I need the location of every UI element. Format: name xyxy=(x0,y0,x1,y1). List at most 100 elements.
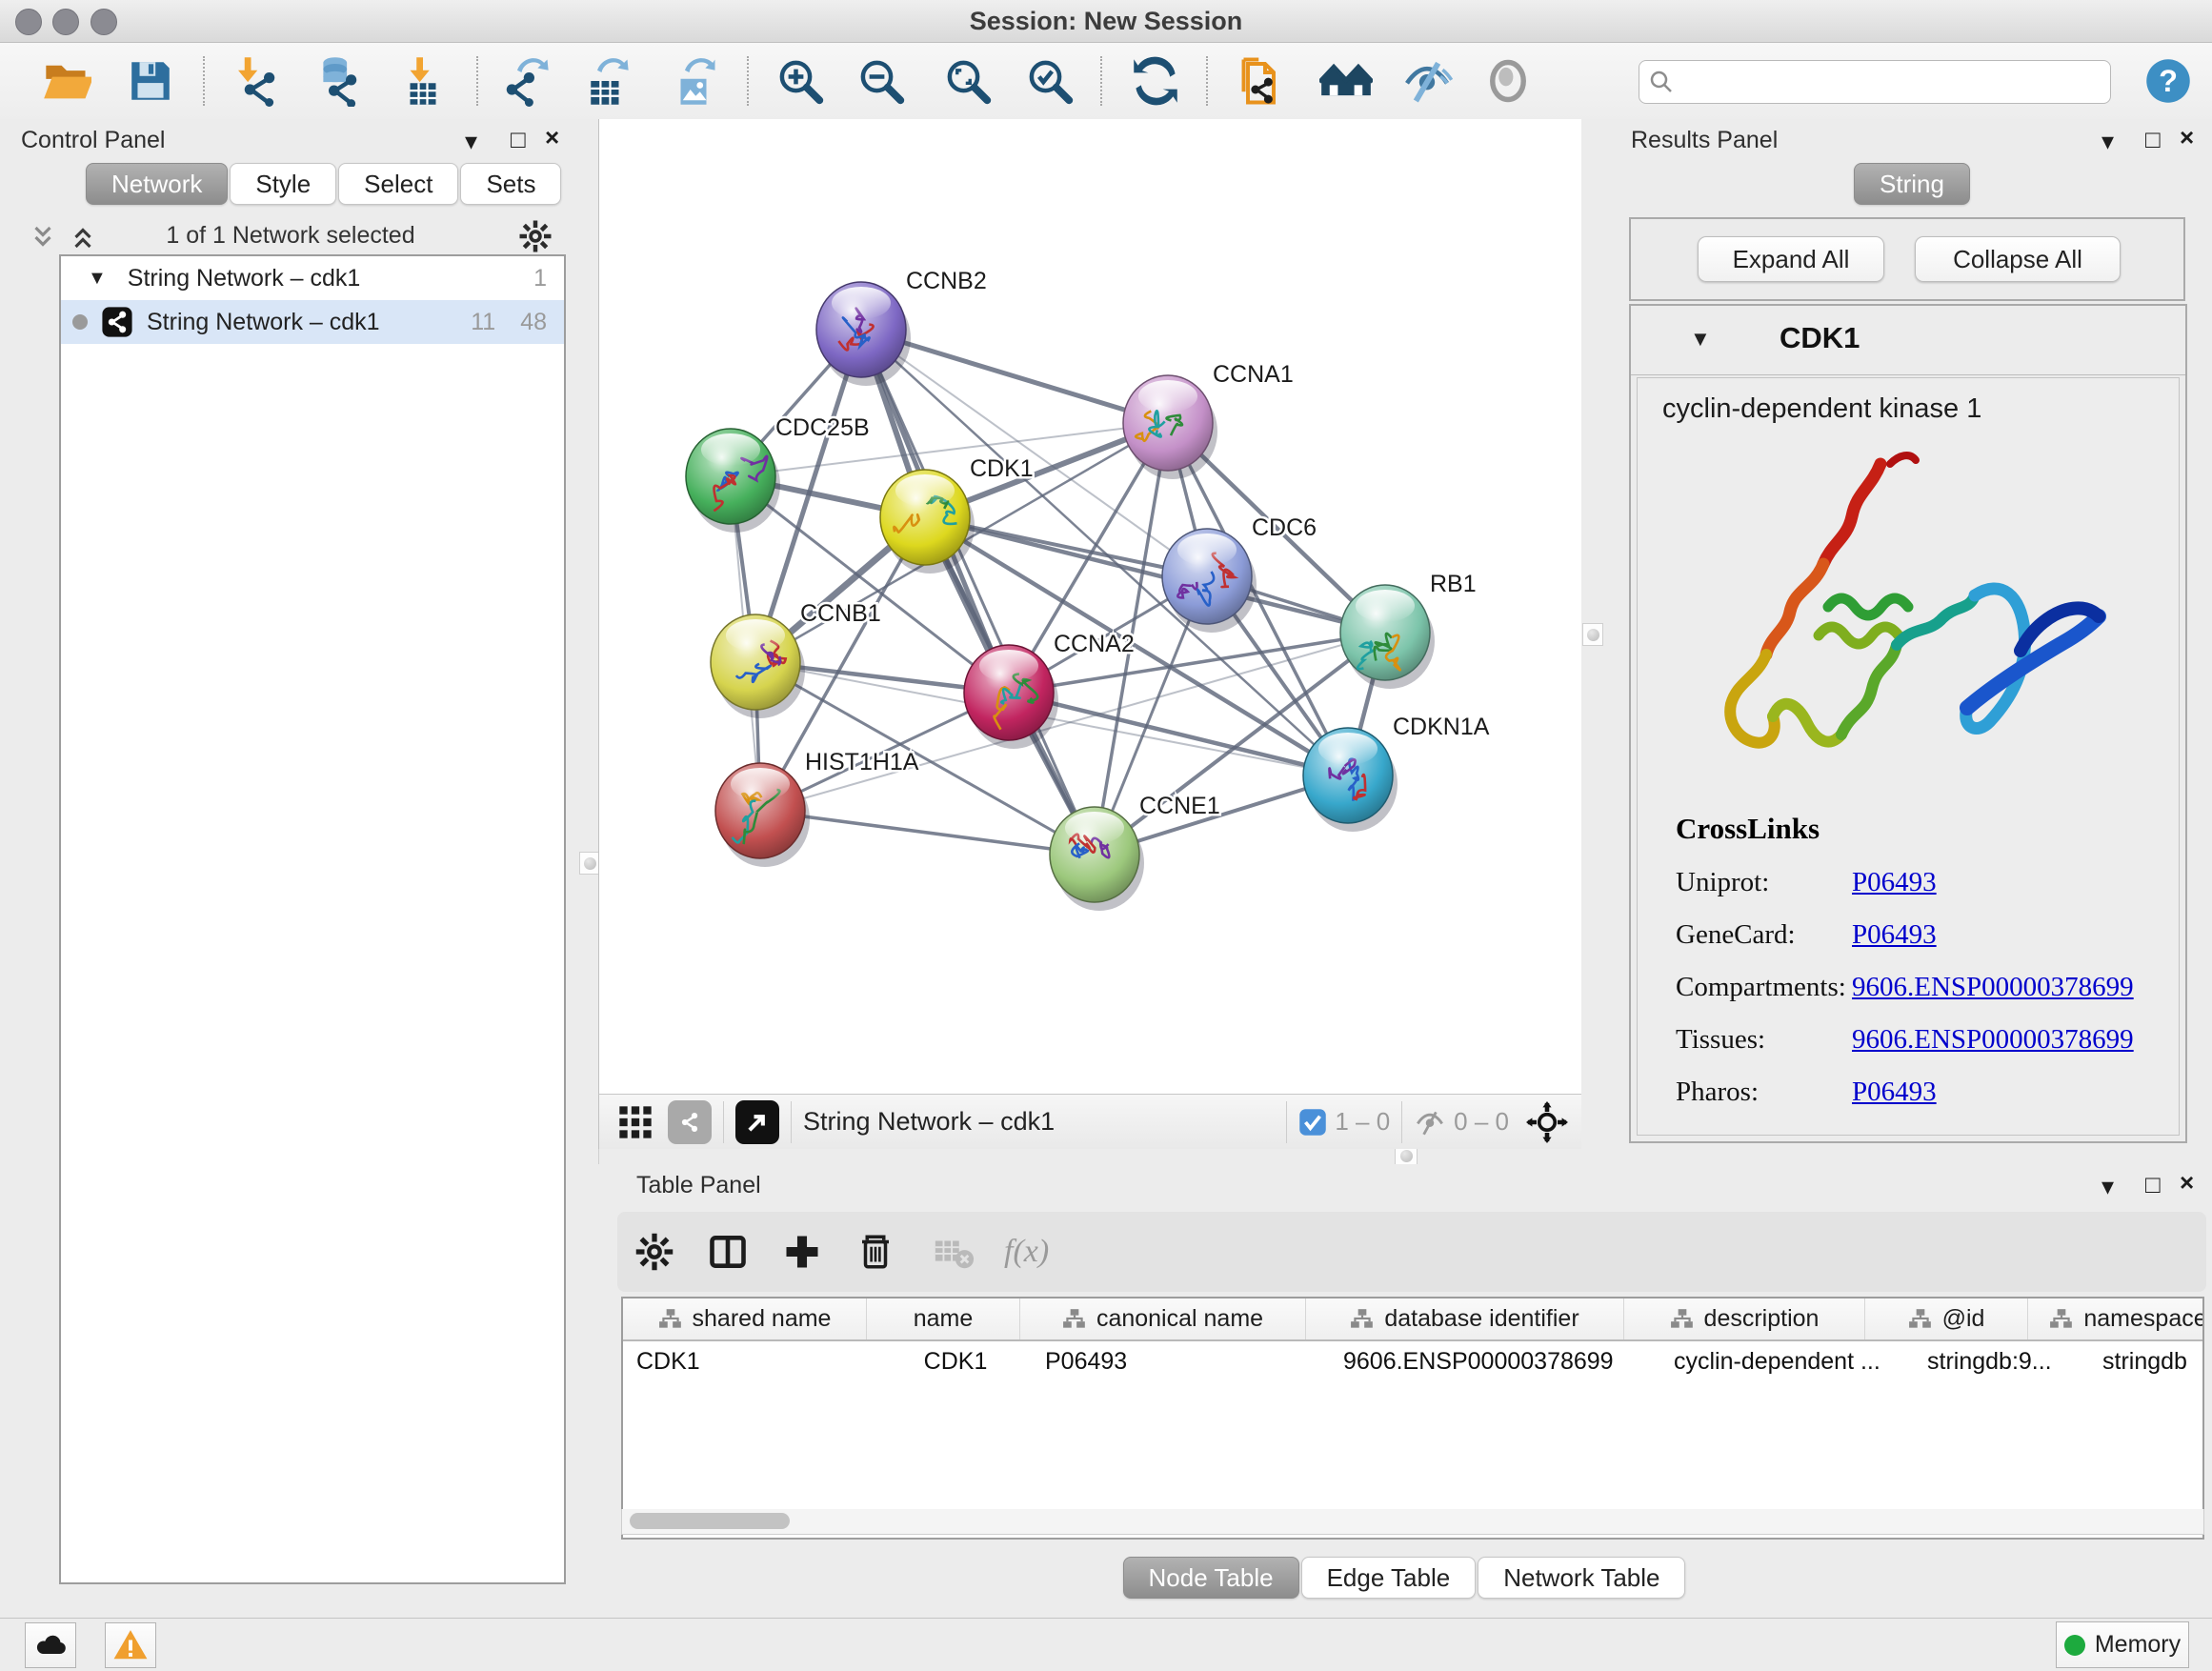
crosslink-link[interactable]: 9606.ENSP00000378699 xyxy=(1852,972,2134,1003)
column-header-namespace[interactable]: namespace xyxy=(2028,1299,2204,1339)
add-column-icon[interactable] xyxy=(781,1231,823,1273)
bottom-splitter-handle[interactable] xyxy=(1395,1146,1418,1165)
float-panel-icon[interactable]: □ xyxy=(2145,1172,2161,1197)
search-input[interactable] xyxy=(1683,64,2110,100)
grid-view-icon[interactable] xyxy=(616,1103,654,1141)
network-collection-row[interactable]: ▼ String Network – cdk1 1 xyxy=(61,256,564,300)
zoom-out-button[interactable] xyxy=(855,54,908,108)
node-CDKN1A[interactable] xyxy=(1303,728,1398,832)
export-network-button[interactable] xyxy=(499,54,553,108)
show-glass-button[interactable] xyxy=(1481,54,1535,108)
tab-string[interactable]: String xyxy=(1854,163,1970,205)
node-CCNA2[interactable] xyxy=(964,645,1058,749)
table-cell[interactable]: CDK1 xyxy=(623,1341,879,1381)
crosslink-link[interactable]: 9606.ENSP00000378699 xyxy=(1852,1024,2134,1056)
crosslink-link[interactable]: P06493 xyxy=(1852,919,1937,951)
delete-column-icon[interactable] xyxy=(855,1232,895,1272)
gene-section-header[interactable]: ▼ CDK1 xyxy=(1631,306,2185,375)
table-cell[interactable]: stringdb:9... xyxy=(1914,1341,2089,1381)
column-header-name[interactable]: name xyxy=(867,1299,1020,1339)
table-cell[interactable]: cyclin-dependent ... xyxy=(1660,1341,1914,1381)
edge-CCNB2-CCNE1[interactable] xyxy=(861,330,1095,855)
right-splitter-handle[interactable] xyxy=(1582,623,1603,646)
node-table[interactable]: shared namenamecanonical namedatabase id… xyxy=(621,1297,2204,1540)
column-header-shared-name[interactable]: shared name xyxy=(623,1299,867,1339)
table-cell[interactable]: P06493 xyxy=(1032,1341,1330,1381)
tab-sets[interactable]: Sets xyxy=(460,163,561,205)
import-network-database-button[interactable] xyxy=(311,54,364,108)
node-CCNB2[interactable] xyxy=(816,282,911,386)
warnings-button[interactable] xyxy=(105,1622,156,1668)
node-CCNA1[interactable] xyxy=(1123,375,1217,479)
network-from-document-button[interactable] xyxy=(1238,54,1292,108)
detach-view-button[interactable] xyxy=(735,1100,779,1144)
float-panel-icon[interactable]: □ xyxy=(511,127,526,151)
edge-HIST1H1A-CCNE1[interactable] xyxy=(760,811,1095,855)
section-caret-icon[interactable]: ▼ xyxy=(1690,327,1711,352)
panel-menu-caret-icon[interactable]: ▾ xyxy=(465,129,477,153)
memory-button[interactable]: Memory xyxy=(2056,1621,2189,1668)
hide-glass-button[interactable] xyxy=(1400,54,1454,108)
float-panel-icon[interactable]: □ xyxy=(2145,127,2161,151)
panel-menu-caret-icon[interactable]: ▾ xyxy=(2101,1174,2114,1198)
tree-expand-caret-icon[interactable]: ▼ xyxy=(88,268,107,290)
birdseye-toggle-button[interactable] xyxy=(668,1100,712,1144)
node-RB1[interactable] xyxy=(1340,585,1435,689)
export-image-button[interactable] xyxy=(667,54,720,108)
home-databases-button[interactable] xyxy=(1319,54,1373,108)
save-session-button[interactable] xyxy=(124,54,177,108)
open-session-button[interactable] xyxy=(40,54,93,108)
node-CCNE1[interactable] xyxy=(1050,807,1144,911)
network-graph[interactable]: CCNB2CCNA1CDC25BCDK1CDC6RB1CCNB1CCNA2CDK… xyxy=(599,119,1581,1094)
tab-network-table[interactable]: Network Table xyxy=(1478,1557,1685,1599)
cloud-status-button[interactable] xyxy=(25,1622,76,1668)
network-row-selected[interactable]: String Network – cdk1 11 48 xyxy=(61,300,564,344)
export-table-button[interactable] xyxy=(579,54,633,108)
tab-edge-table[interactable]: Edge Table xyxy=(1301,1557,1477,1599)
node-HIST1H1A[interactable] xyxy=(715,763,810,867)
edge-count: 48 xyxy=(520,309,547,336)
node-CDK1[interactable] xyxy=(880,470,975,574)
zoom-selected-button[interactable] xyxy=(1023,54,1076,108)
help-button[interactable]: ? xyxy=(2142,54,2195,108)
edge-RB1-HIST1H1A[interactable] xyxy=(760,633,1385,811)
column-header-description[interactable]: description xyxy=(1624,1299,1865,1339)
fit-center-crosshair-icon[interactable] xyxy=(1526,1101,1568,1143)
collapse-all-chevron-icon[interactable] xyxy=(29,223,57,252)
panel-menu-caret-icon[interactable]: ▾ xyxy=(2101,129,2114,153)
table-horizontal-scrollbar[interactable] xyxy=(621,1509,2204,1535)
collapse-all-button[interactable]: Collapse All xyxy=(1915,236,2121,282)
expand-all-button[interactable]: Expand All xyxy=(1698,236,1884,282)
table-cell[interactable]: stringdb xyxy=(2089,1341,2204,1381)
gear-icon[interactable] xyxy=(634,1232,674,1272)
show-columns-icon[interactable] xyxy=(707,1231,749,1273)
zoom-fit-button[interactable] xyxy=(941,54,995,108)
close-panel-icon[interactable]: × xyxy=(2180,125,2194,150)
close-panel-icon[interactable]: × xyxy=(545,125,559,150)
crosslink-link[interactable]: P06493 xyxy=(1852,1077,1937,1108)
crosslink-link[interactable]: P06493 xyxy=(1852,867,1937,898)
node-CDC25B[interactable] xyxy=(686,429,780,533)
zoom-in-button[interactable] xyxy=(774,54,827,108)
table-row[interactable]: CDK1CDK1P064939606.ENSP00000378699cyclin… xyxy=(623,1341,2202,1381)
left-splitter-handle[interactable] xyxy=(579,852,600,875)
column-header--id[interactable]: @id xyxy=(1865,1299,2028,1339)
search-box xyxy=(1639,60,2111,104)
table-cell[interactable]: 9606.ENSP00000378699 xyxy=(1330,1341,1660,1381)
tab-select[interactable]: Select xyxy=(338,163,458,205)
network-view-canvas[interactable]: CCNB2CCNA1CDC25BCDK1CDC6RB1CCNB1CCNA2CDK… xyxy=(598,119,1581,1094)
apply-layout-button[interactable] xyxy=(1129,54,1182,108)
import-table-button[interactable] xyxy=(396,54,450,108)
table-cell[interactable]: CDK1 xyxy=(879,1341,1032,1381)
import-network-file-button[interactable] xyxy=(229,54,282,108)
selected-checkbox-icon[interactable] xyxy=(1298,1108,1327,1137)
close-panel-icon[interactable]: × xyxy=(2180,1170,2194,1195)
tab-node-table[interactable]: Node Table xyxy=(1123,1557,1299,1599)
column-header-canonical-name[interactable]: canonical name xyxy=(1020,1299,1306,1339)
gear-icon[interactable] xyxy=(518,219,553,253)
tab-network[interactable]: Network xyxy=(86,163,228,205)
column-header-database-identifier[interactable]: database identifier xyxy=(1306,1299,1624,1339)
tab-style[interactable]: Style xyxy=(230,163,336,205)
hidden-eye-slash-icon[interactable] xyxy=(1414,1106,1446,1138)
scrollbar-thumb[interactable] xyxy=(630,1513,790,1529)
